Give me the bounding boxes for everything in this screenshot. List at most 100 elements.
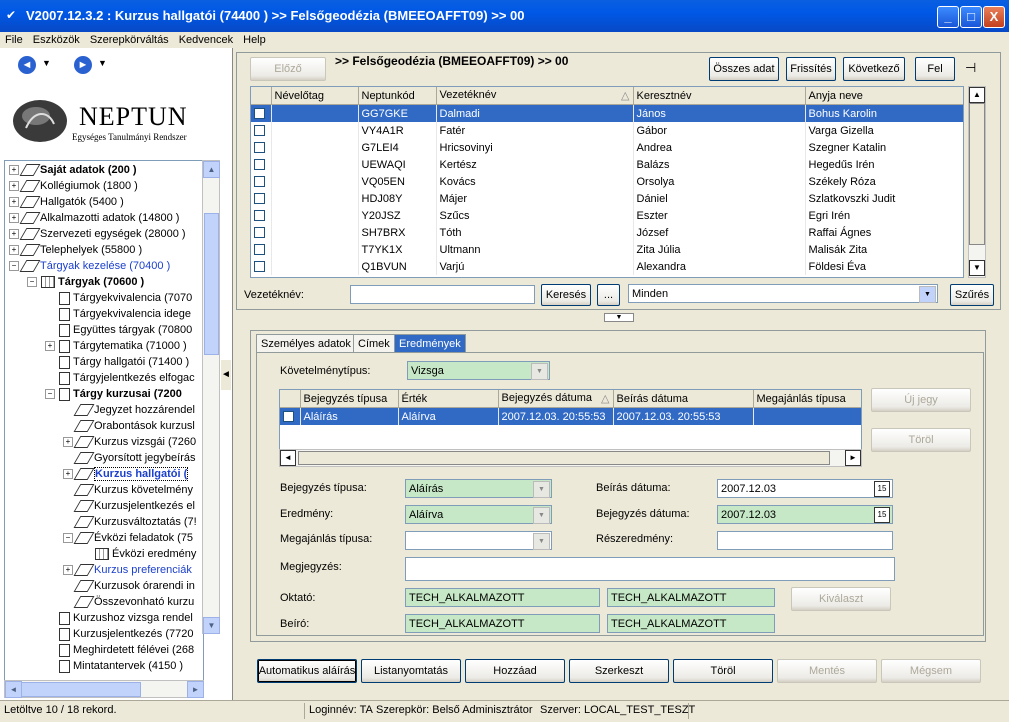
- tab-eredmenyek[interactable]: Eredmények: [394, 334, 466, 354]
- expand-icon[interactable]: +: [9, 229, 19, 240]
- tree-item[interactable]: + Tárgytematika (71000 ): [45, 338, 187, 354]
- row-checkbox[interactable]: [251, 224, 272, 241]
- row-checkbox[interactable]: [251, 207, 272, 224]
- checkbox-icon[interactable]: [254, 261, 265, 273]
- scroll-left-icon[interactable]: ◄: [5, 681, 22, 698]
- grid1-header-keresztnev[interactable]: Keresztnév: [633, 87, 806, 105]
- expand-icon[interactable]: +: [9, 213, 19, 224]
- back-arrow-icon[interactable]: ◄: [18, 56, 36, 74]
- tree-item[interactable]: − Tárgy kurzusai (7200: [45, 386, 182, 402]
- chevron-down-icon[interactable]: ▼: [533, 507, 550, 524]
- table-row[interactable]: G7LEI4 Hricsovinyi Andrea Szegner Katalin: [251, 139, 963, 156]
- note-input[interactable]: [405, 557, 895, 581]
- pin-icon[interactable]: ⊣: [965, 60, 976, 76]
- menu-kedvencek[interactable]: Kedvencek: [174, 32, 238, 48]
- tree-item[interactable]: + Saját adatok (200 ): [9, 162, 137, 178]
- tree-item[interactable]: Évközi eredmény: [81, 546, 196, 562]
- write-date-field[interactable]: 2007.12.03 15: [717, 479, 893, 498]
- tree-item[interactable]: Mintatantervek (4150 ): [45, 658, 183, 674]
- tree-item[interactable]: + Telephelyek (55800 ): [9, 242, 142, 258]
- tree-item[interactable]: Kurzusjelentkezés (7720: [45, 626, 193, 642]
- chevron-down-icon[interactable]: ▼: [919, 286, 936, 303]
- row-checkbox[interactable]: [251, 104, 272, 122]
- collapse-icon[interactable]: −: [27, 277, 37, 288]
- tree-item[interactable]: Kurzusok órarendi in: [63, 578, 195, 594]
- menu-eszkozok[interactable]: Eszközök: [28, 32, 85, 48]
- menu-szerepkorvaltas[interactable]: Szerepkörváltás: [85, 32, 174, 48]
- expand-icon[interactable]: +: [9, 197, 19, 208]
- tree-item[interactable]: Orabontások kurzusl: [63, 418, 195, 434]
- results-grid-hscrollbar[interactable]: ◄ ►: [279, 449, 862, 467]
- filter-button[interactable]: Szűrés: [950, 284, 994, 306]
- table-row[interactable]: Q1BVUN Varjú Alexandra Földesi Éva: [251, 258, 963, 275]
- checkbox-icon[interactable]: [254, 210, 265, 222]
- tree-horizontal-scrollbar[interactable]: ◄ ►: [4, 680, 204, 698]
- table-row[interactable]: VQ05EN Kovács Orsolya Székely Róza: [251, 173, 963, 190]
- chevron-down-icon[interactable]: ▼: [533, 533, 550, 550]
- collapse-left-pane-icon[interactable]: ◄: [221, 360, 231, 390]
- menu-help[interactable]: Help: [238, 32, 271, 48]
- checkbox-icon[interactable]: [254, 193, 265, 205]
- tree-hscroll-thumb[interactable]: [21, 682, 141, 697]
- edit-button[interactable]: Szerkeszt: [569, 659, 669, 683]
- tree-item[interactable]: Kurzus követelmény: [63, 482, 193, 498]
- scroll-down-icon[interactable]: ▼: [203, 617, 220, 634]
- grid2-header-entry-type[interactable]: Bejegyzés típusa: [300, 390, 399, 408]
- add-button[interactable]: Hozzáad: [465, 659, 565, 683]
- tree-item[interactable]: Tárgyekvivalencia idege: [45, 306, 191, 322]
- delete-grade-button[interactable]: Töröl: [871, 428, 971, 452]
- new-grade-button[interactable]: Új jegy: [871, 388, 971, 412]
- refresh-button[interactable]: Frissítés: [786, 57, 836, 81]
- browse-button[interactable]: ...: [597, 284, 620, 306]
- forward-arrow-icon[interactable]: ►: [74, 56, 92, 74]
- auto-sign-button[interactable]: Automatikus aláírás: [257, 659, 357, 683]
- close-button[interactable]: X: [983, 6, 1005, 28]
- table-row[interactable]: SH7BRX Tóth József Raffai Ágnes: [251, 224, 963, 241]
- row-checkbox[interactable]: [251, 190, 272, 207]
- tab-szemelyes-adatok[interactable]: Személyes adatok: [256, 334, 356, 354]
- tree-item[interactable]: Tárgy hallgatói (71400 ): [45, 354, 189, 370]
- back-dropdown-icon[interactable]: ▼: [42, 58, 51, 68]
- tree-item[interactable]: Együttes tárgyak (70800: [45, 322, 192, 338]
- menu-file[interactable]: File: [0, 32, 28, 48]
- tree-item[interactable]: − Tárgyak (70600 ): [27, 274, 144, 290]
- tree-item[interactable]: + Hallgatók (5400 ): [9, 194, 124, 210]
- expand-icon[interactable]: +: [9, 245, 19, 256]
- chevron-down-icon[interactable]: ▼: [531, 363, 548, 380]
- save-button[interactable]: Mentés: [777, 659, 877, 683]
- row-checkbox[interactable]: [251, 173, 272, 190]
- writer-name-field[interactable]: TECH_ALKALMAZOTT: [607, 614, 775, 633]
- grid2-header-write-date[interactable]: Beírás dátuma: [613, 390, 754, 408]
- splitter-toggle-icon[interactable]: ▼: [604, 313, 634, 322]
- result-select[interactable]: Aláírva ▼: [405, 505, 552, 524]
- prev-button[interactable]: Előző: [250, 57, 326, 81]
- expand-icon[interactable]: +: [63, 437, 73, 448]
- up-button[interactable]: Fel: [915, 57, 955, 81]
- maximize-button[interactable]: □: [960, 6, 982, 28]
- checkbox-icon[interactable]: [254, 176, 265, 188]
- writer-code-field[interactable]: TECH_ALKALMAZOTT: [405, 614, 600, 633]
- req-type-select[interactable]: Vizsga ▼: [407, 361, 550, 380]
- collapse-icon[interactable]: −: [63, 533, 73, 544]
- tree-item[interactable]: + Kurzus preferenciák: [63, 562, 192, 578]
- grid1-header-neptunkod[interactable]: Neptunkód: [358, 87, 437, 105]
- checkbox-icon[interactable]: [254, 108, 265, 120]
- checkbox-icon[interactable]: [254, 125, 265, 137]
- grid1-scroll-up-icon[interactable]: ▲: [969, 87, 985, 103]
- offer-type-select[interactable]: ▼: [405, 531, 552, 550]
- tree-item[interactable]: + Kurzus vizsgái (7260: [63, 434, 196, 450]
- delete-button[interactable]: Töröl: [673, 659, 773, 683]
- tree-item[interactable]: Gyorsított jegybeírás: [63, 450, 196, 466]
- tree-item[interactable]: Kurzusváltoztatás (7!: [63, 514, 197, 530]
- grid1-scroll-thumb[interactable]: [969, 103, 985, 245]
- expand-icon[interactable]: +: [63, 565, 73, 576]
- grid1-header-anyja-neve[interactable]: Anyja neve: [805, 87, 963, 105]
- scroll-left-icon[interactable]: ◄: [280, 450, 296, 466]
- partial-result-input[interactable]: [717, 531, 893, 550]
- select-teacher-button[interactable]: Kiválaszt: [791, 587, 891, 611]
- next-button[interactable]: Következő: [843, 57, 905, 81]
- tree-item[interactable]: − Évközi feladatok (75: [63, 530, 193, 546]
- scroll-right-icon[interactable]: ►: [187, 681, 204, 698]
- tree-item[interactable]: Meghirdetett félévei (268: [45, 642, 194, 658]
- expand-icon[interactable]: +: [63, 469, 73, 480]
